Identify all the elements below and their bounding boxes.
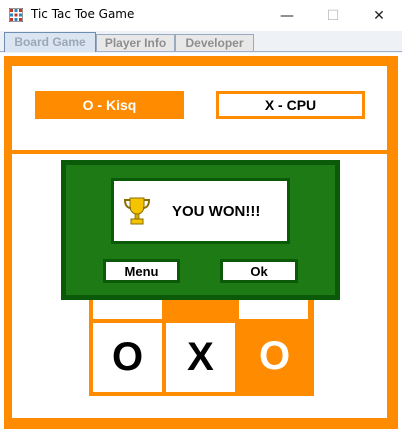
tab-player-info[interactable]: Player Info [96,34,175,51]
grid-cell[interactable]: O [93,323,162,392]
tab-board-game[interactable]: Board Game [4,32,96,52]
player2-label: X - CPU [216,91,365,119]
grid-cell[interactable] [93,297,162,319]
maximize-button[interactable]: ☐ [310,0,356,31]
player1-label: O - Kisq [35,91,184,119]
grid-cell[interactable] [164,297,237,319]
menu-button[interactable]: Menu [103,259,180,283]
window-title: Tic Tac Toe Game [31,7,135,21]
close-button[interactable]: ✕ [356,0,402,31]
grid-cell[interactable]: X [166,323,235,392]
trophy-icon [123,197,151,225]
tab-developer[interactable]: Developer [175,34,254,51]
grid-cell[interactable]: O [237,320,312,392]
title-bar: Tic Tac Toe Game — ☐ ✕ [0,0,402,31]
win-message: YOU WON!!! [172,203,261,220]
grid-cell[interactable] [239,297,308,319]
minimize-button[interactable]: — [264,0,310,31]
ok-button[interactable]: Ok [220,259,298,283]
app-grid-icon [9,8,23,22]
